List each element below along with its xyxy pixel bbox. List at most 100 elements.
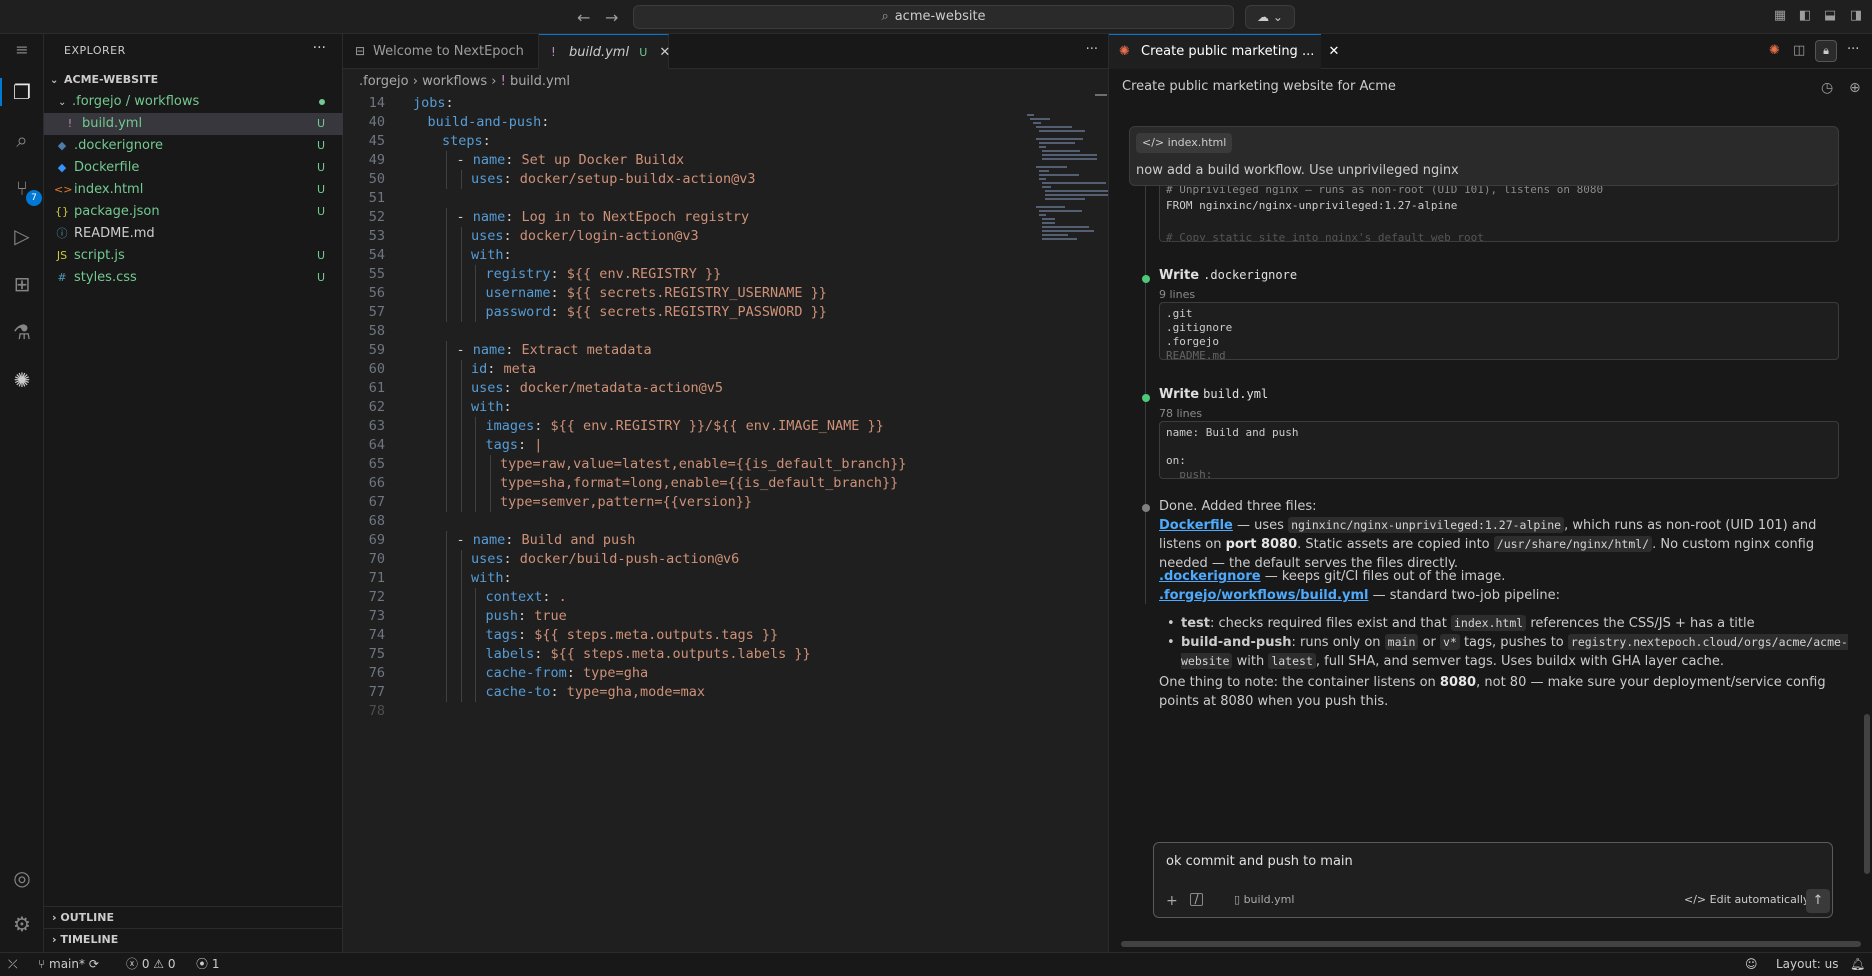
- minimap-line: [1042, 182, 1106, 184]
- search-icon[interactable]: ⌕: [8, 126, 36, 154]
- run-debug-icon[interactable]: ▷: [8, 222, 36, 250]
- tab-build-yml[interactable]: ! build.yml U ✕: [539, 34, 670, 69]
- indent-guide: [475, 455, 476, 474]
- history-icon[interactable]: ◷: [1821, 80, 1833, 96]
- minimap-line: [1042, 218, 1055, 220]
- line-text: labels: ${{ steps.meta.outputs.labels }}: [485, 646, 811, 662]
- toggle-panel-icon[interactable]: ⬓: [1822, 8, 1838, 24]
- breadcrumb: .forgejo › workflows › ! build.yml: [359, 71, 570, 93]
- tree-file-package-json[interactable]: {} package.json U: [44, 201, 343, 223]
- bell-icon[interactable]: 🔔︎: [1850, 953, 1865, 975]
- dockerignore-preview[interactable]: .git .gitignore .forgejo README.md: [1159, 302, 1839, 360]
- dockerignore-link[interactable]: .dockerignore: [1159, 569, 1261, 584]
- line-number: 67: [368, 494, 385, 510]
- indent-guide: [446, 417, 447, 436]
- tree-file-readme[interactable]: ⓘ README.md: [44, 223, 343, 245]
- chat-scrollbar[interactable]: [1864, 714, 1870, 874]
- tree-file-index-html[interactable]: <> index.html U: [44, 179, 343, 201]
- copilot-status-icon[interactable]: ☺: [1745, 953, 1758, 975]
- lock-icon[interactable]: 🔒︎: [1815, 40, 1837, 62]
- attachment-chip[interactable]: </> index.html: [1136, 133, 1233, 153]
- testing-icon[interactable]: ⚗: [8, 318, 36, 346]
- build-yml-link[interactable]: .forgejo/workflows/build.yml: [1159, 588, 1368, 603]
- line-number: 64: [368, 437, 385, 453]
- minimap-line: [1039, 174, 1080, 176]
- remote-icon[interactable]: ⤫: [8, 953, 18, 975]
- line-number: 72: [368, 589, 385, 605]
- source-control-icon[interactable]: ⑂ 7: [8, 174, 42, 206]
- command-center-search[interactable]: ⌕ acme-website: [633, 5, 1234, 29]
- breadcrumb-item[interactable]: .forgejo: [359, 74, 409, 89]
- explorer-icon[interactable]: ❐: [0, 78, 36, 106]
- assistant-icon[interactable]: ✺: [8, 366, 36, 394]
- minimap-line: [1042, 234, 1068, 236]
- minimap-line: [1036, 166, 1068, 168]
- line-number: 75: [368, 646, 385, 662]
- tree-file-build-yml[interactable]: ! build.yml U: [44, 113, 343, 135]
- summary-note: One thing to note: the container listens…: [1159, 675, 1826, 709]
- composer-toolbar: + / ▯ build.yml </> Edit automatically ↑: [1154, 883, 1834, 917]
- minimap-line: [1039, 178, 1046, 180]
- indent-guide: [460, 493, 462, 512]
- close-icon[interactable]: ✕: [1328, 44, 1339, 59]
- tree-folder-workflows[interactable]: ⌄ .forgejo / workflows: [44, 91, 343, 113]
- tab-chat-session[interactable]: ✺ Create public marketing ... ✕: [1109, 34, 1339, 69]
- breadcrumb-item[interactable]: build.yml: [510, 74, 570, 89]
- chat-tabs: ✺ Create public marketing ... ✕ ✺ ◫ 🔒︎ ·…: [1109, 34, 1872, 69]
- indent-guide: [475, 284, 476, 303]
- slash-command-icon[interactable]: /: [1190, 893, 1203, 906]
- chat-horizontal-scrollbar[interactable]: [1121, 941, 1861, 947]
- arrow-right-icon[interactable]: →: [605, 8, 618, 27]
- extensions-icon[interactable]: ⊞: [8, 270, 36, 298]
- toggle-secondary-sidebar-icon[interactable]: ◨: [1848, 8, 1864, 24]
- arrow-left-icon[interactable]: ←: [577, 8, 590, 27]
- tab-welcome[interactable]: ⊟ Welcome to NextEpoch: [343, 34, 539, 69]
- branch-status[interactable]: ⑂ main* ⟳: [38, 953, 99, 975]
- modified-dot: [319, 99, 325, 105]
- split-editor-icon[interactable]: ◫: [1793, 43, 1805, 58]
- layout-customize-icon[interactable]: ▦: [1772, 8, 1788, 24]
- tree-file-script-js[interactable]: JS script.js U: [44, 245, 343, 267]
- minimap[interactable]: [1019, 94, 1110, 264]
- menu-icon[interactable]: ≡: [8, 36, 36, 64]
- chat-toggle-button[interactable]: ☁ ⌄: [1245, 5, 1295, 29]
- tree-file-dockerfile[interactable]: ◆ Dockerfile U: [44, 157, 343, 179]
- more-actions-icon[interactable]: ···: [313, 40, 326, 56]
- editor-more-icon[interactable]: ···: [1086, 42, 1098, 57]
- edit-mode-selector[interactable]: </> Edit automatically: [1684, 893, 1809, 906]
- step-subtitle: 78 lines: [1159, 407, 1203, 420]
- add-icon[interactable]: +: [1166, 893, 1178, 909]
- workspace-root[interactable]: ⌄ ACME-WEBSITE: [44, 69, 343, 91]
- dockerfile-link[interactable]: Dockerfile: [1159, 518, 1233, 533]
- indent-guide: [446, 645, 447, 664]
- assistant-spark-icon[interactable]: ✺: [1769, 43, 1780, 58]
- close-icon[interactable]: ✕: [659, 45, 670, 60]
- tree-file-styles-css[interactable]: # styles.css U: [44, 267, 343, 289]
- ports-status[interactable]: ⦿ 1: [196, 953, 219, 975]
- explorer-sidebar: EXPLORER ··· ⌄ ACME-WEBSITE ⌄ .forgejo / w…: [44, 34, 343, 952]
- line-number: 54: [368, 247, 385, 263]
- more-actions-icon[interactable]: ···: [1847, 42, 1859, 57]
- antenna-icon: ⦿: [196, 957, 212, 971]
- context-file-chip[interactable]: ▯ build.yml: [1234, 893, 1294, 906]
- indent-guide: [446, 151, 447, 170]
- build-yml-preview[interactable]: name: Build and push on: push:: [1159, 421, 1839, 479]
- line-text: - name: Build and push: [456, 532, 636, 548]
- toggle-sidebar-icon[interactable]: ◧: [1797, 8, 1813, 24]
- indent-guide: [489, 493, 491, 512]
- outline-section[interactable]: › OUTLINE: [44, 906, 343, 928]
- tree-file-dockerignore[interactable]: ◆ .dockerignore U: [44, 135, 343, 157]
- problems-status[interactable]: ⓧ 0 ⚠ 0: [126, 953, 176, 975]
- line-number: 58: [368, 323, 385, 339]
- account-icon[interactable]: ◎: [8, 864, 36, 892]
- scrollbar-thumb[interactable]: [1095, 94, 1107, 96]
- dockerfile-preview[interactable]: # Unprivileged nginx — runs as non-root …: [1159, 180, 1839, 242]
- settings-gear-icon[interactable]: ⚙: [8, 910, 36, 938]
- chat-panel: ✺ Create public marketing ... ✕ ✺ ◫ 🔒︎ ·…: [1108, 34, 1872, 952]
- timeline-section[interactable]: › TIMELINE: [44, 928, 343, 950]
- new-chat-icon[interactable]: ⊕: [1849, 80, 1861, 96]
- breadcrumb-item[interactable]: workflows: [422, 74, 487, 89]
- keyboard-layout[interactable]: Layout: us: [1776, 953, 1839, 975]
- chat-input[interactable]: ok commit and push to main: [1166, 851, 1816, 873]
- send-icon[interactable]: ↑: [1806, 889, 1830, 913]
